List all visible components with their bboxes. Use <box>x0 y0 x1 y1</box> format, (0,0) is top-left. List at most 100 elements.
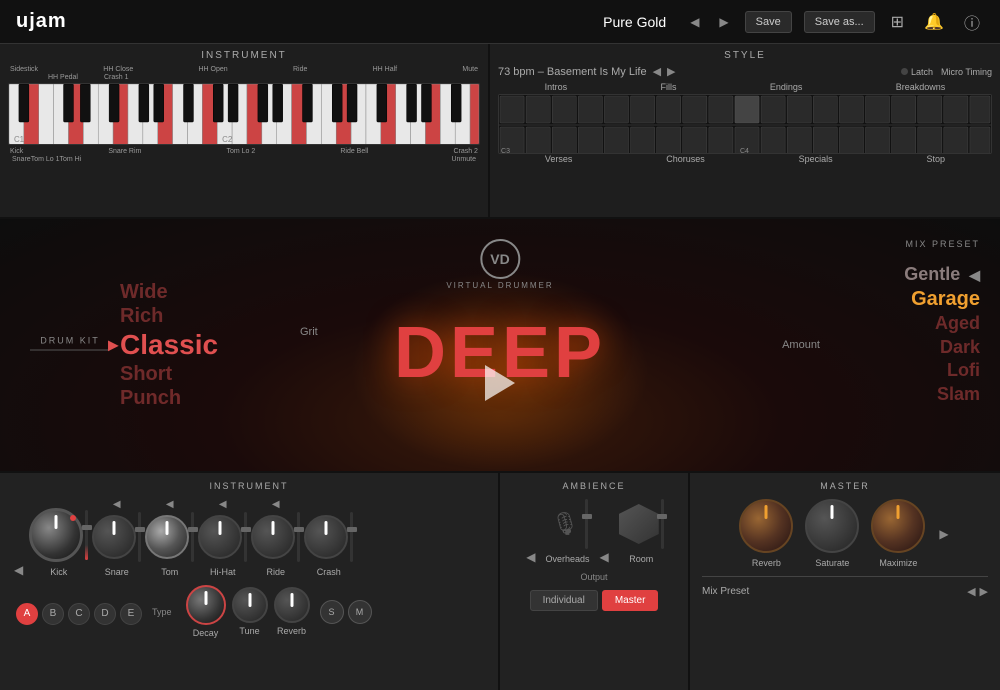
snare-fader[interactable] <box>138 512 141 562</box>
snare-knob[interactable] <box>92 515 136 559</box>
bell-icon[interactable]: 🔔 <box>920 10 948 34</box>
master-button[interactable]: Master <box>602 590 659 611</box>
kit-item-short[interactable]: Short <box>120 362 218 386</box>
hihat-scroll-button[interactable]: ◀ <box>217 499 229 510</box>
ride-label: Ride <box>266 567 285 577</box>
kick-label: Kick <box>50 567 67 577</box>
svg-text:C4: C4 <box>740 148 749 154</box>
style-next-button[interactable]: ▶ <box>667 65 675 78</box>
type-btn-a[interactable]: A <box>16 603 38 625</box>
ride-scroll-button[interactable]: ◀ <box>270 499 282 510</box>
hihat-fader-thumb[interactable] <box>241 527 251 532</box>
instrument-keyboard[interactable]: C1 C2 <box>8 83 480 145</box>
master-reverb-label: Reverb <box>752 558 781 568</box>
type-btn-b[interactable]: B <box>42 603 64 625</box>
drum-kit-line <box>30 350 110 351</box>
master-scroll-right-button[interactable]: ▶ <box>937 527 950 541</box>
mute-button[interactable]: M <box>348 600 372 624</box>
kick-fader[interactable] <box>85 510 88 560</box>
mix-preset-next-button[interactable]: ▶ <box>980 585 988 598</box>
preset-item-gentle[interactable]: Gentle ◀ <box>904 263 980 286</box>
inst-scroll-left-button[interactable]: ◀ <box>12 563 25 577</box>
ride-fader-thumb[interactable] <box>294 527 304 532</box>
amb-channel-overheads: 🎙 Overheads <box>545 499 589 564</box>
amb-scroll-left2-button[interactable]: ◀ <box>598 550 611 564</box>
tom-label: Tom <box>161 567 178 577</box>
instrument-bottom-title: INSTRUMENT <box>8 481 490 491</box>
master-maximize-knob[interactable] <box>871 499 925 553</box>
prev-preset-button[interactable]: ◀ <box>686 13 703 31</box>
preset-item-dark[interactable]: Dark <box>904 336 980 359</box>
decay-control: Decay <box>186 585 226 638</box>
hihat-fader[interactable] <box>244 512 247 562</box>
svg-text:C3: C3 <box>501 148 510 154</box>
master-saturate-label: Saturate <box>815 558 849 568</box>
decay-knob[interactable] <box>186 585 226 625</box>
play-button[interactable] <box>485 365 515 401</box>
grit-label: Grit <box>300 326 318 338</box>
master-reverb-knob[interactable] <box>739 499 793 553</box>
room-label: Room <box>629 554 653 564</box>
save-button[interactable]: Save <box>745 11 792 33</box>
ride-knob[interactable] <box>251 515 295 559</box>
style-keyboard[interactable]: C3 C4 <box>498 94 992 154</box>
hihat-knob[interactable] <box>198 515 242 559</box>
overheads-fader-thumb[interactable] <box>582 514 592 519</box>
tom-fader[interactable] <box>191 512 194 562</box>
solo-button[interactable]: S <box>320 600 344 624</box>
inst-reverb-knob[interactable] <box>274 587 310 623</box>
kit-item-wide[interactable]: Wide <box>120 280 218 304</box>
crash-fader-thumb[interactable] <box>347 527 357 532</box>
vd-subtitle: VIRTUAL DRUMMER <box>446 281 553 290</box>
ride-fader[interactable] <box>297 512 300 562</box>
type-btn-c[interactable]: C <box>68 603 90 625</box>
micro-timing-label[interactable]: Micro Timing <box>941 67 992 77</box>
snare-label: Snare <box>105 567 129 577</box>
kit-arrow-icon[interactable]: ▶ <box>108 337 119 354</box>
master-saturate-knob[interactable] <box>805 499 859 553</box>
preset-item-aged[interactable]: Aged <box>904 312 980 335</box>
instrument-controls-row: A B C D E Type Decay Tune Reverb <box>8 585 490 638</box>
preset-item-lofi[interactable]: Lofi <box>904 359 980 382</box>
overheads-fader[interactable] <box>585 499 588 549</box>
save-as-button[interactable]: Save as... <box>804 11 875 33</box>
kit-item-classic[interactable]: Classic <box>120 328 218 362</box>
type-btn-d[interactable]: D <box>94 603 116 625</box>
drum-kit-text: DRUM KIT <box>30 336 110 346</box>
kit-item-rich[interactable]: Rich <box>120 304 218 328</box>
preset-item-slam[interactable]: Slam <box>904 383 980 406</box>
info-icon[interactable]: ⓘ <box>960 8 984 36</box>
style-prev-button[interactable]: ◀ <box>653 65 661 78</box>
svg-text:C1: C1 <box>14 135 25 144</box>
main-section: DRUM KIT ▶ Wide Rich Classic Short Punch… <box>0 219 1000 471</box>
kit-item-punch[interactable]: Punch <box>120 386 218 410</box>
amb-scroll-left-button[interactable]: ◀ <box>524 550 537 564</box>
room-fader[interactable] <box>661 499 664 549</box>
snare-fader-thumb[interactable] <box>135 527 145 532</box>
tom-scroll-button[interactable]: ◀ <box>164 499 176 510</box>
room-icon <box>619 504 659 544</box>
room-fader-thumb[interactable] <box>657 514 667 519</box>
master-maximize-label: Maximize <box>879 558 917 568</box>
kick-knob[interactable] <box>29 508 83 562</box>
preset-item-garage[interactable]: Garage <box>904 286 980 312</box>
tom-fader-thumb[interactable] <box>188 527 198 532</box>
type-btn-e[interactable]: E <box>120 603 142 625</box>
snare-scroll-button[interactable]: ◀ <box>111 499 123 510</box>
style-panel: STYLE 73 bpm – Basement Is My Life ◀ ▶ L… <box>490 44 1000 217</box>
style-header: 73 bpm – Basement Is My Life ◀ ▶ Latch M… <box>498 65 992 78</box>
grid-icon[interactable]: ⊞ <box>887 10 908 34</box>
tom-knob[interactable] <box>145 515 189 559</box>
kick-fader-thumb[interactable] <box>82 525 92 530</box>
style-title: STYLE <box>498 50 992 61</box>
mix-preset-prev-button[interactable]: ◀ <box>967 585 975 598</box>
crash-fader[interactable] <box>350 512 353 562</box>
latch-label[interactable]: Latch <box>911 67 933 77</box>
next-preset-button[interactable]: ▶ <box>715 13 732 31</box>
tune-knob[interactable] <box>232 587 268 623</box>
instrument-title: INSTRUMENT <box>8 50 480 61</box>
individual-button[interactable]: Individual <box>530 590 598 611</box>
decay-label: Decay <box>193 628 219 638</box>
instrument-panel: INSTRUMENT Sidestick HH Close HH Open Ri… <box>0 44 490 217</box>
crash-knob[interactable] <box>304 515 348 559</box>
